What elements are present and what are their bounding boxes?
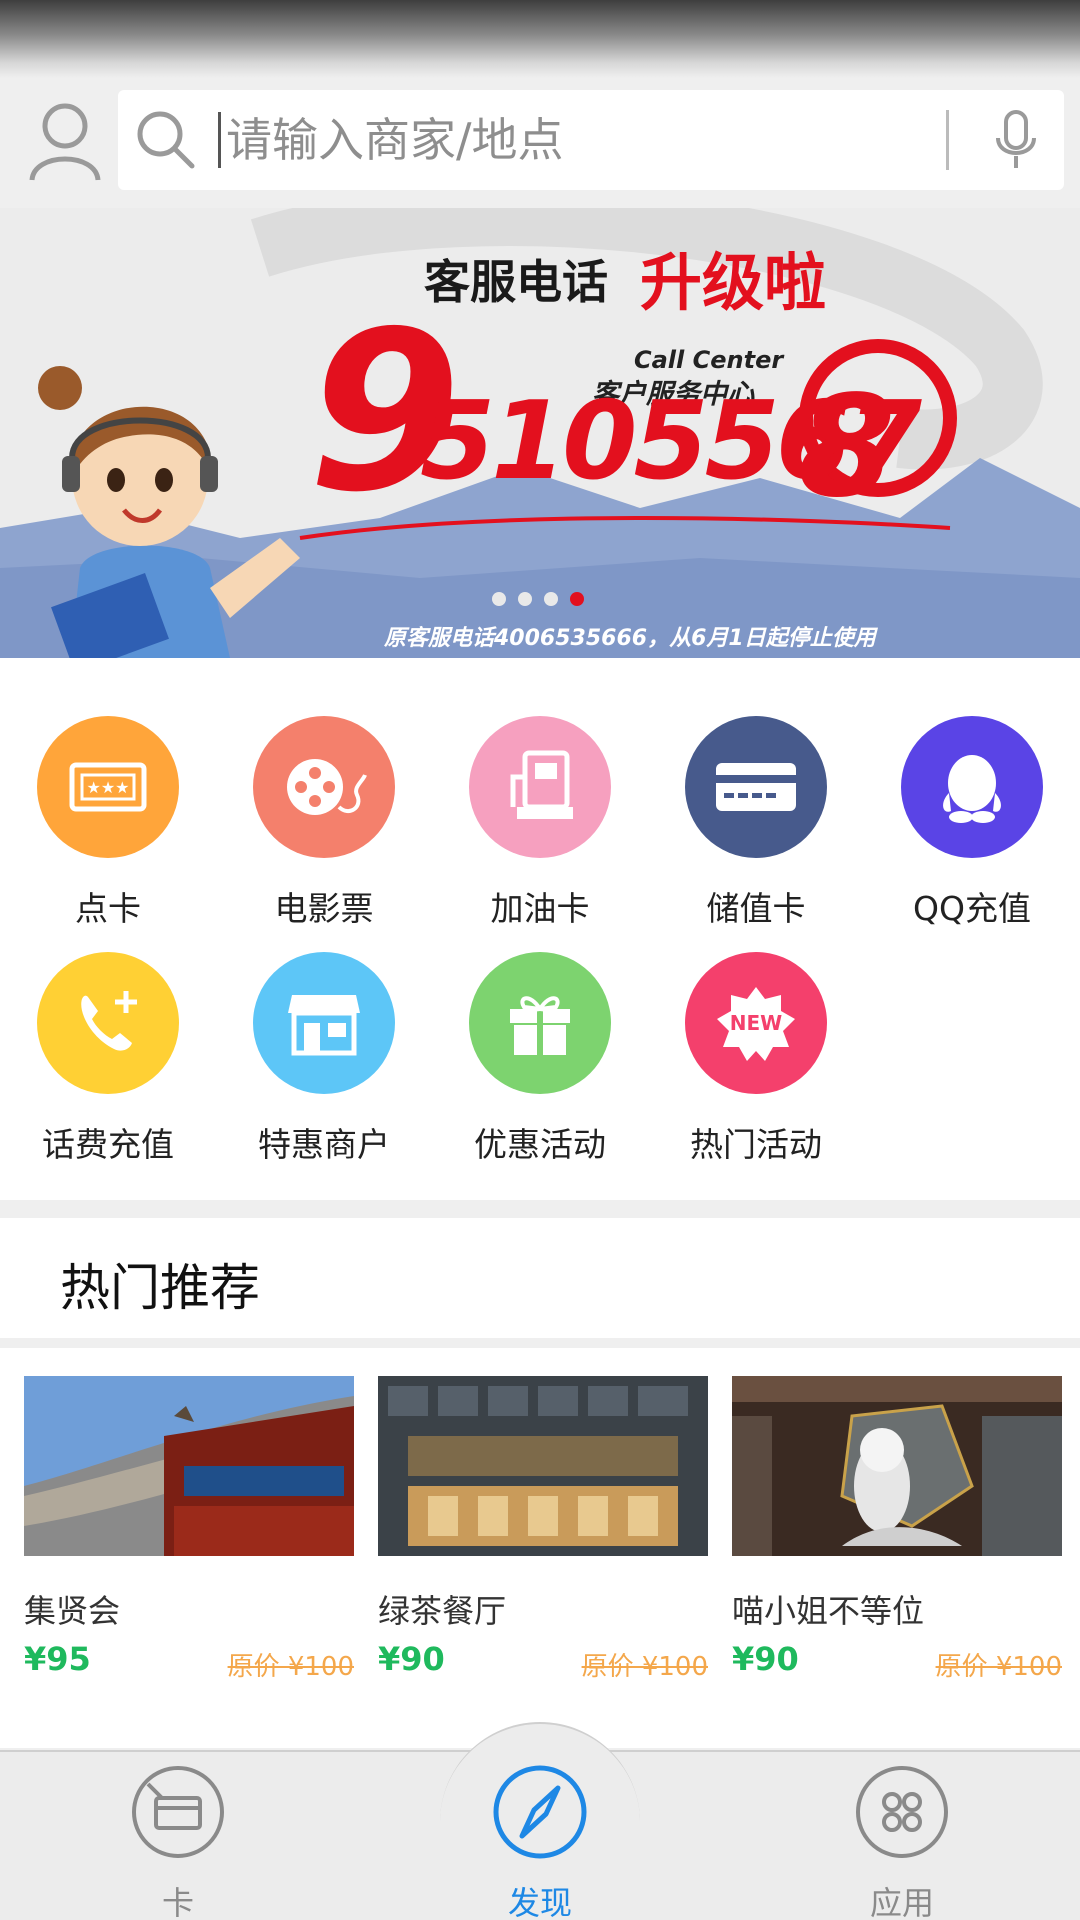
status-bar <box>0 0 1080 78</box>
banner-dot-active[interactable] <box>570 592 584 606</box>
category-movie-ticket[interactable]: 电影票 <box>216 716 432 930</box>
category-grid: ★★★ 点卡 电影票 加油卡 储值卡 QQ充值 话费充值 特惠商户 优惠活动 N… <box>0 658 1080 1200</box>
new-badge-text: NEW <box>730 1011 782 1035</box>
category-point-card[interactable]: ★★★ 点卡 <box>0 716 216 930</box>
microphone-icon[interactable] <box>986 106 1046 176</box>
nav-tab-discover[interactable]: 发现 <box>450 1762 630 1920</box>
storefront-icon <box>253 952 395 1094</box>
text-cursor <box>218 112 221 168</box>
search-input[interactable] <box>226 90 926 190</box>
hot-recommend-header: 热门推荐 <box>0 1218 1080 1338</box>
banner-pagination <box>492 592 584 606</box>
category-label: 优惠活动 <box>474 1125 606 1164</box>
apps-grid-icon <box>856 1766 948 1858</box>
category-stored-value-card[interactable]: 储值卡 <box>648 716 864 930</box>
category-label: 加油卡 <box>490 889 590 928</box>
compass-icon <box>493 1765 587 1859</box>
product-name: 绿茶餐厅 <box>378 1592 507 1630</box>
category-label: 储值卡 <box>706 889 806 928</box>
nav-label: 卡 <box>161 1884 194 1920</box>
card-wallet-icon <box>132 1766 224 1858</box>
category-label: 特惠商户 <box>258 1125 390 1164</box>
category-label: 热门活动 <box>690 1125 822 1164</box>
category-label: 话费充值 <box>42 1125 174 1164</box>
qq-penguin-icon <box>901 716 1043 858</box>
nav-tab-card[interactable]: 卡 <box>88 1762 268 1920</box>
nav-label: 发现 <box>507 1884 572 1920</box>
category-label: 点卡 <box>75 889 141 928</box>
product-card[interactable]: 集贤会 ¥95 原价 ¥100 <box>24 1376 354 1684</box>
nav-tab-apps[interactable]: 应用 <box>812 1762 992 1920</box>
promo-banner[interactable]: 客服电话 升级啦 Call Center 客户服务中心 9 5105567 8 … <box>0 208 1080 658</box>
svg-text:★★★: ★★★ <box>86 778 129 797</box>
product-image <box>24 1376 354 1556</box>
phone-add-icon <box>37 952 179 1094</box>
product-price: ¥90 <box>732 1640 799 1678</box>
banner-phone-last-digit: 8 <box>798 366 896 529</box>
new-badge-icon: NEW <box>685 952 827 1094</box>
category-hot-events[interactable]: NEW 热门活动 <box>648 952 864 1166</box>
banner-title-highlight: 升级啦 <box>640 246 827 319</box>
category-fuel-card[interactable]: 加油卡 <box>432 716 648 930</box>
category-promotions[interactable]: 优惠活动 <box>432 952 648 1166</box>
ticket-icon: ★★★ <box>37 716 179 858</box>
search-bar[interactable] <box>118 90 1064 190</box>
banner-subtitle-en: Call Center <box>634 346 784 374</box>
product-image <box>732 1376 1062 1556</box>
product-original-price: 原价 ¥100 <box>227 1652 354 1682</box>
product-price: ¥95 <box>24 1640 91 1678</box>
product-original-price: 原价 ¥100 <box>935 1652 1062 1682</box>
category-label: 电影票 <box>274 889 374 928</box>
banner-dot[interactable] <box>544 592 558 606</box>
profile-button[interactable] <box>26 100 104 190</box>
user-icon <box>29 103 101 181</box>
product-list: 集贤会 ¥95 原价 ¥100 绿茶餐厅 ¥90 原价 ¥100 喵小姐不等位 … <box>0 1348 1080 1748</box>
product-name: 集贤会 <box>24 1592 121 1630</box>
category-special-merchants[interactable]: 特惠商户 <box>216 952 432 1166</box>
credit-card-icon <box>685 716 827 858</box>
category-qq-recharge[interactable]: QQ充值 <box>864 716 1080 930</box>
banner-footer-note: 原客服电话4006535666，从6月1日起停止使用 <box>384 626 876 651</box>
product-name: 喵小姐不等位 <box>732 1592 925 1630</box>
product-image <box>378 1376 708 1556</box>
nav-label: 应用 <box>869 1884 934 1920</box>
product-original-price: 原价 ¥100 <box>581 1652 708 1682</box>
category-label: QQ充值 <box>913 889 1031 928</box>
product-card[interactable]: 喵小姐不等位 ¥90 原价 ¥100 <box>732 1376 1062 1684</box>
fuel-pump-icon <box>469 716 611 858</box>
gift-icon <box>469 952 611 1094</box>
film-reel-icon <box>253 716 395 858</box>
banner-dot[interactable] <box>492 592 506 606</box>
top-bar <box>0 78 1080 208</box>
product-card[interactable]: 绿茶餐厅 ¥90 原价 ¥100 <box>378 1376 708 1684</box>
search-icon <box>137 111 195 169</box>
section-title: 热门推荐 <box>60 1259 260 1317</box>
search-divider <box>946 110 949 170</box>
category-phone-recharge[interactable]: 话费充值 <box>0 952 216 1166</box>
banner-dot[interactable] <box>518 592 532 606</box>
product-price: ¥90 <box>378 1640 445 1678</box>
